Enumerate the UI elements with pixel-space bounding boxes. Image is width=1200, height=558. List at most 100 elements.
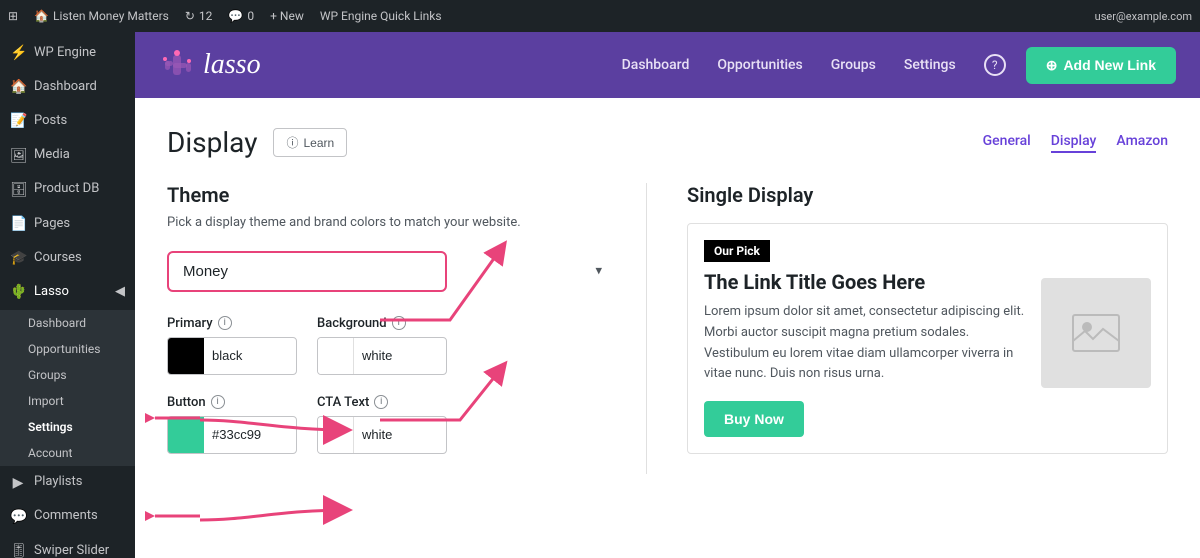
background-color-input[interactable] [317,337,447,375]
display-link-title: The Link Title Goes Here [704,270,1025,294]
nav-link-dashboard[interactable]: Dashboard [622,57,690,73]
button-color-text[interactable] [204,427,296,442]
lasso-topnav: lasso Dashboard Opportunities Groups Set… [135,32,1200,98]
buy-now-button[interactable]: Buy Now [704,401,804,437]
page-tabs: General Display Amazon [983,133,1168,153]
sidebar-item-wp-engine[interactable]: ⚡ WP Engine [0,36,135,70]
primary-info-icon[interactable]: i [218,316,232,330]
button-color-swatch [168,417,204,453]
help-icon[interactable]: ? [984,54,1006,76]
display-link-desc: Lorem ipsum dolor sit amet, consectetur … [704,302,1025,385]
wp-icon: ⊞ [8,9,18,23]
lasso-logo-text: lasso [203,49,261,81]
sidebar-item-swiper-slider[interactable]: 🎚 Swiper Slider [0,534,135,558]
swiper-slider-icon: 🎚 [10,542,26,558]
admin-bar-new[interactable]: + New [270,9,304,23]
media-icon: 🖼 [10,147,26,165]
content-area: lasso Dashboard Opportunities Groups Set… [135,32,1200,558]
primary-color-group: Primary i [167,316,297,375]
admin-bar: ⊞ 🏠 Listen Money Matters ↻ 12 💬 0 + New … [0,0,1200,32]
plus-icon: ⊕ [1046,57,1058,74]
button-color-group: Button i [167,395,297,454]
background-color-swatch [318,338,354,374]
theme-select-wrapper: Money Bold Lasso Glow Bright ▾ [167,251,614,292]
display-card-image [1041,278,1151,388]
playlists-icon: ▶ [10,474,26,492]
button-color-input[interactable] [167,416,297,454]
sidebar-sub-groups[interactable]: Groups [0,362,135,388]
sidebar-sub-opportunities[interactable]: Opportunities [0,336,135,362]
tab-display[interactable]: Display [1051,133,1097,153]
admin-bar-site[interactable]: ⊞ [8,9,18,23]
page-content: Display ⓘ Learn General Display Amazon T… [135,98,1200,558]
add-new-link-button[interactable]: ⊕ Add New Link [1026,47,1176,84]
tab-general[interactable]: General [983,133,1031,153]
lasso-cactus-icon [159,47,195,83]
background-info-icon[interactable]: i [392,316,406,330]
theme-section-desc: Pick a display theme and brand colors to… [167,213,614,233]
button-label: Button i [167,395,297,410]
sidebar-item-product-db[interactable]: 🗄 Product DB [0,173,135,207]
product-db-icon: 🗄 [10,181,26,199]
theme-section-title: Theme [167,183,614,207]
nav-link-opportunities[interactable]: Opportunities [717,57,802,73]
admin-bar-comments[interactable]: 💬 0 [228,9,254,23]
background-color-group: Background i [317,316,447,375]
display-card: Our Pick The Link Title Goes Here Lorem … [687,223,1168,454]
sidebar-sub-dashboard[interactable]: Dashboard [0,310,135,336]
sidebar-item-media[interactable]: 🖼 Media [0,139,135,173]
primary-color-swatch [168,338,204,374]
sidebar-item-lasso[interactable]: 🌵 Lasso ◀ [0,275,135,309]
cta-text-label: CTA Text i [317,395,447,410]
nav-link-settings[interactable]: Settings [904,57,956,73]
button-info-icon[interactable]: i [211,395,225,409]
button-cta-row: Button i CTA Text i [167,395,614,454]
our-pick-badge: Our Pick [704,240,770,262]
sidebar-item-dashboard[interactable]: 🏠 Dashboard [0,70,135,104]
cta-text-color-input[interactable] [317,416,447,454]
nav-link-groups[interactable]: Groups [831,57,876,73]
dashboard-icon: 🏠 [10,78,26,96]
display-card-inner: The Link Title Goes Here Lorem ipsum dol… [688,270,1167,453]
background-label: Background i [317,316,447,331]
sidebar-item-courses[interactable]: 🎓 Courses [0,241,135,275]
single-display-panel: Single Display Our Pick The Link Title G… [647,183,1168,474]
page-title: Display [167,126,257,159]
admin-bar-plugin[interactable]: WP Engine Quick Links [320,9,442,23]
sidebar-item-playlists[interactable]: ▶ Playlists [0,466,135,500]
admin-bar-user: user@example.com [1095,10,1192,23]
display-card-text: The Link Title Goes Here Lorem ipsum dol… [704,270,1025,437]
wp-engine-icon: ⚡ [10,44,26,62]
primary-label: Primary i [167,316,297,331]
comments-icon: 💬 [228,9,243,23]
sidebar-item-posts[interactable]: 📝 Posts [0,104,135,138]
primary-color-text[interactable] [204,348,296,363]
lasso-submenu: Dashboard Opportunities Groups Import Se… [0,310,135,466]
admin-bar-updates[interactable]: ↻ 12 [185,9,213,23]
theme-select[interactable]: Money Bold Lasso Glow Bright [167,251,447,292]
cta-text-color-group: CTA Text i [317,395,447,454]
pages-icon: 📄 [10,215,26,233]
sidebar-sub-settings[interactable]: Settings [0,414,135,440]
courses-icon: 🎓 [10,249,26,267]
learn-button[interactable]: ⓘ Learn [273,128,347,157]
sidebar-sub-import[interactable]: Import [0,388,135,414]
lasso-icon: 🌵 [10,283,26,301]
sidebar-sub-account[interactable]: Account [0,440,135,466]
background-color-text[interactable] [354,348,446,363]
single-display-title: Single Display [687,183,1168,207]
lasso-logo: lasso [159,47,261,83]
sidebar-item-pages[interactable]: 📄 Pages [0,207,135,241]
posts-icon: 📝 [10,112,26,130]
cta-text-info-icon[interactable]: i [374,395,388,409]
cta-text-color-text[interactable] [354,427,446,442]
page-title-row: Display ⓘ Learn [167,126,347,159]
tab-amazon[interactable]: Amazon [1116,133,1168,153]
admin-bar-home[interactable]: 🏠 Listen Money Matters [34,9,169,23]
cta-text-color-swatch [318,417,354,453]
sidebar-item-comments[interactable]: 💬 Comments [0,500,135,534]
sidebar: ⚡ WP Engine 🏠 Dashboard 📝 Posts 🖼 Media … [0,32,135,558]
theme-panel: Theme Pick a display theme and brand col… [167,183,647,474]
primary-color-input[interactable] [167,337,297,375]
chevron-down-icon: ▾ [595,264,602,279]
